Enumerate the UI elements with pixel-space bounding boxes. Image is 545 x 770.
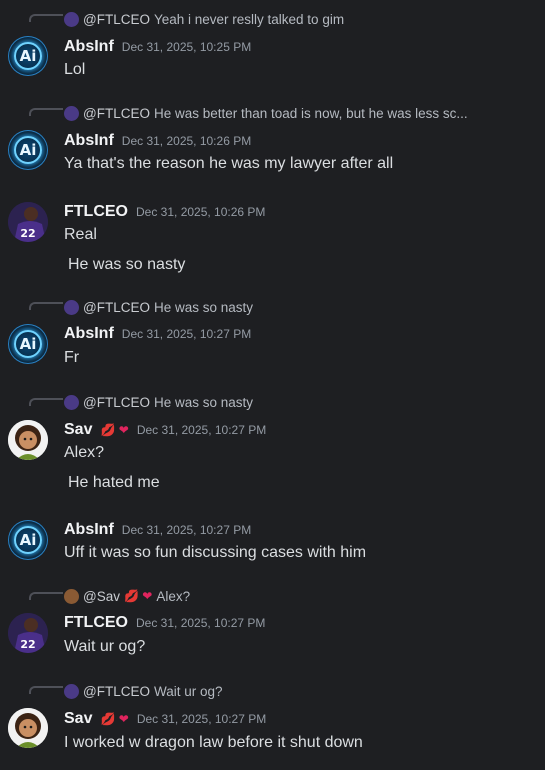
timestamp: Dec 31, 2025, 10:27 PM <box>121 523 252 537</box>
avatar-absinf[interactable]: Ai <box>8 324 48 364</box>
timestamp: Dec 31, 2025, 10:27 PM <box>136 616 266 630</box>
reply-avatar-ftlceo-icon <box>64 394 79 410</box>
ai-logo-text: Ai <box>19 335 37 353</box>
reply-mention[interactable]: @FTLCEO <box>83 395 150 410</box>
message-text: Fr <box>64 349 80 366</box>
message-header: AbsInf Dec 31, 2025, 10:27 PM <box>64 521 251 539</box>
message-text: Uff it was so fun discussing cases with … <box>64 544 367 561</box>
reply-spine <box>29 14 63 22</box>
reply-mention[interactable]: @FTLCEO <box>83 684 150 699</box>
avatar-sav[interactable] <box>8 708 48 748</box>
reply-snippet: Alex? <box>156 588 191 604</box>
reply-snippet: Yeah i never reslly talked to gim <box>153 11 345 27</box>
message-header: FTLCEO Dec 31, 2025, 10:26 PM <box>64 203 265 221</box>
ai-logo-text: Ai <box>19 47 37 65</box>
message-header: Sav 💋 ❤ Dec 31, 2025, 10:27 PM <box>64 710 266 728</box>
timestamp: Dec 31, 2025, 10:26 PM <box>121 134 252 148</box>
reply-avatar-ftlceo-icon <box>64 105 79 121</box>
reply-snippet: Wait ur og? <box>153 683 223 699</box>
reply-avatar-sav-icon <box>64 588 79 604</box>
reply-avatar-ftlceo-icon <box>64 11 79 27</box>
reply-avatar-ftlceo-icon <box>64 299 79 315</box>
reply-snippet: He was so nasty <box>153 394 254 410</box>
message-text: Wait ur og? <box>64 638 146 655</box>
message-text: Real <box>64 226 97 243</box>
reply-mention[interactable]: @Sav <box>83 589 120 604</box>
author-name[interactable]: AbsInf <box>64 521 114 539</box>
author-name[interactable]: AbsInf <box>64 132 114 150</box>
message-header: AbsInf Dec 31, 2025, 10:25 PM <box>64 38 251 56</box>
message-text: Ya that's the reason he was my lawyer af… <box>64 155 394 172</box>
cartoon-girl-icon <box>8 420 48 460</box>
reply-mention[interactable]: @FTLCEO <box>83 12 150 27</box>
message-text: He hated me <box>68 474 160 491</box>
reply-spine <box>29 592 63 600</box>
timestamp: Dec 31, 2025, 10:27 PM <box>136 423 267 437</box>
reply-mention[interactable]: @FTLCEO <box>83 300 150 315</box>
football-player-icon: 22 <box>8 202 48 242</box>
author-name[interactable]: Sav <box>64 421 92 439</box>
message-text: I worked w dragon law before it shut dow… <box>64 734 363 751</box>
avatar-absinf[interactable]: Ai <box>8 36 48 76</box>
author-name[interactable]: AbsInf <box>64 325 114 343</box>
ai-logo-text: Ai <box>19 531 37 549</box>
jersey-number: 22 <box>20 638 35 651</box>
reply-spine <box>29 302 63 310</box>
message-header: AbsInf Dec 31, 2025, 10:26 PM <box>64 132 251 150</box>
lips-heart-emoji: 💋 ❤ <box>100 423 129 437</box>
author-name[interactable]: FTLCEO <box>64 614 128 632</box>
reply-spine <box>29 108 63 116</box>
timestamp: Dec 31, 2025, 10:26 PM <box>136 205 266 219</box>
message-header: FTLCEO Dec 31, 2025, 10:27 PM <box>64 614 265 632</box>
reply-preview[interactable]: @FTLCEO He was better than toad is now, … <box>64 104 468 122</box>
reply-preview[interactable]: @FTLCEO Yeah i never reslly talked to gi… <box>64 10 344 28</box>
reply-snippet: He was so nasty <box>153 299 254 315</box>
reply-preview[interactable]: @FTLCEO Wait ur og? <box>64 682 223 700</box>
message-header: Sav 💋 ❤ Dec 31, 2025, 10:27 PM <box>64 421 266 439</box>
ai-logo-text: Ai <box>19 141 37 159</box>
reply-preview[interactable]: @FTLCEO He was so nasty <box>64 298 253 316</box>
reply-mention[interactable]: @FTLCEO <box>83 106 150 121</box>
avatar-ftlceo[interactable]: 22 <box>8 202 48 242</box>
avatar-ftlceo[interactable]: 22 <box>8 613 48 653</box>
lips-heart-emoji: 💋 ❤ <box>100 712 129 726</box>
timestamp: Dec 31, 2025, 10:27 PM <box>136 712 267 726</box>
avatar-sav[interactable] <box>8 420 48 460</box>
timestamp: Dec 31, 2025, 10:27 PM <box>121 327 252 341</box>
cartoon-girl-icon <box>8 708 48 748</box>
reply-preview[interactable]: @Sav 💋 ❤ Alex? <box>64 587 190 605</box>
avatar-absinf[interactable]: Ai <box>8 520 48 560</box>
reply-preview[interactable]: @FTLCEO He was so nasty <box>64 393 253 411</box>
message-header: AbsInf Dec 31, 2025, 10:27 PM <box>64 325 251 343</box>
reply-spine <box>29 686 63 694</box>
message-text: Lol <box>64 61 86 78</box>
avatar-absinf[interactable]: Ai <box>8 130 48 170</box>
message-text: He was so nasty <box>68 256 186 273</box>
message-text: Alex? <box>64 444 105 461</box>
football-player-icon: 22 <box>8 613 48 653</box>
author-name[interactable]: FTLCEO <box>64 203 128 221</box>
jersey-number: 22 <box>20 227 35 240</box>
timestamp: Dec 31, 2025, 10:25 PM <box>121 40 252 54</box>
lips-heart-emoji: 💋 ❤ <box>123 589 153 603</box>
reply-avatar-ftlceo-icon <box>64 683 79 699</box>
reply-spine <box>29 398 63 406</box>
reply-snippet: He was better than toad is now, but he w… <box>153 105 468 121</box>
author-name[interactable]: Sav <box>64 710 92 728</box>
author-name[interactable]: AbsInf <box>64 38 114 56</box>
